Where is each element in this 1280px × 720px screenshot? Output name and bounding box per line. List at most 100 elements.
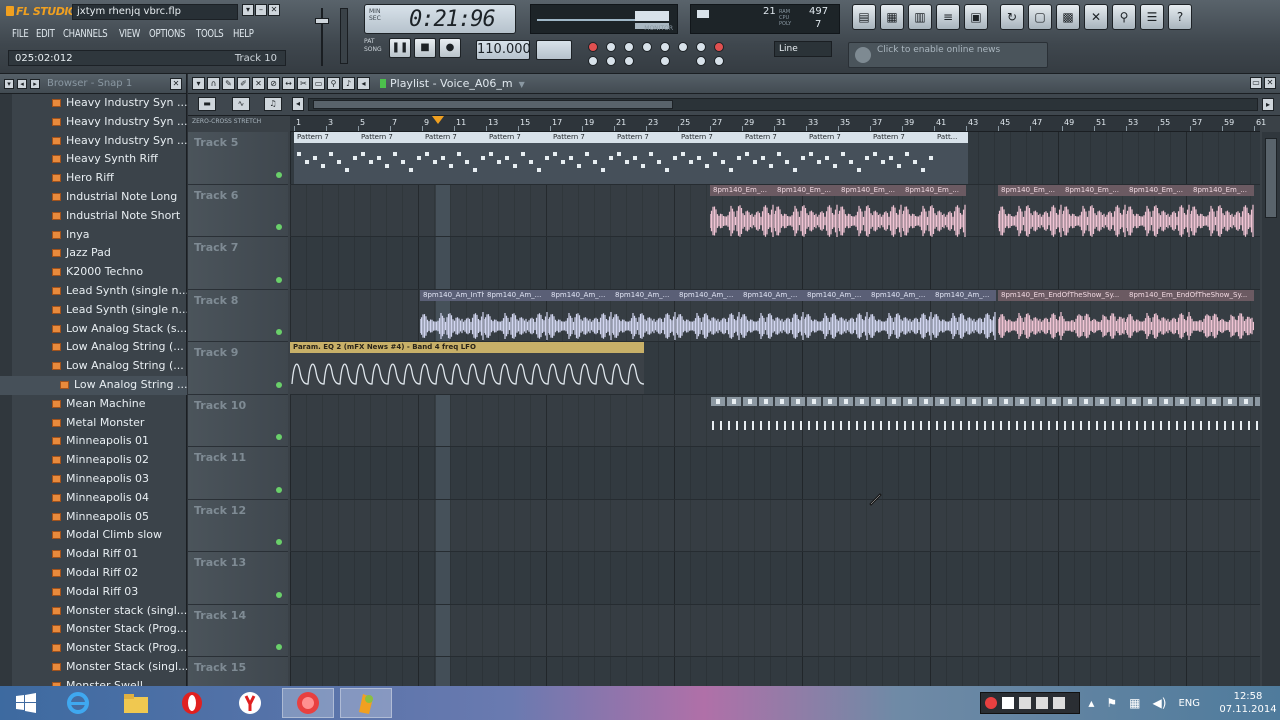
- playlist-icon[interactable]: ▤: [852, 4, 876, 30]
- track-lane[interactable]: [290, 657, 1260, 686]
- playlist-clip[interactable]: Pattern 7: [614, 132, 678, 184]
- browser-item[interactable]: Inya: [0, 226, 187, 245]
- browser-item[interactable]: Monster stack (singl...: [0, 602, 187, 621]
- playlist-clip[interactable]: 8pm140_Am_...: [740, 289, 804, 342]
- track-header[interactable]: Track 10: [188, 394, 288, 447]
- window-menu-button[interactable]: ▾: [242, 4, 254, 16]
- timeline-ruler[interactable]: 1 3 5 7 9 11 13 15 17 19 21 23 25 27 29 31 33 35 37 39 41 43 4…: [290, 116, 1266, 132]
- menu-channels[interactable]: Channels: [63, 27, 108, 40]
- browser-item[interactable]: Minneapolis 02: [0, 451, 187, 470]
- track-enable-led[interactable]: [276, 171, 282, 178]
- tempo-display[interactable]: 110.000: [476, 40, 531, 60]
- wait-icon[interactable]: [606, 42, 616, 52]
- browser-item[interactable]: Modal Riff 01: [0, 545, 187, 564]
- track-header[interactable]: Track 14: [188, 604, 288, 657]
- playlist-clip[interactable]: 8pm140_Am_...: [484, 289, 548, 342]
- browser-item[interactable]: Monster Stack (singl...: [0, 658, 187, 677]
- playlist-clip[interactable]: 8pm140_Am_...: [612, 289, 676, 342]
- playlist-clip[interactable]: Pattern 7: [806, 132, 870, 184]
- stop-button[interactable]: ■: [414, 38, 436, 58]
- channel-rack-icon[interactable]: ▥: [908, 4, 932, 30]
- snap-selector[interactable]: Line: [774, 41, 832, 57]
- playlist-title[interactable]: Playlist - Voice_A06_m ▼: [380, 77, 525, 90]
- file-explorer-button[interactable]: [110, 688, 162, 718]
- paint-tool-icon[interactable]: ✐: [237, 77, 250, 90]
- track-enable-led[interactable]: [276, 381, 282, 388]
- system-clock[interactable]: 12:58 07.11.2014: [1216, 690, 1280, 716]
- scroll-right-icon[interactable]: ▸: [1262, 98, 1274, 111]
- track-header[interactable]: Track 5: [188, 132, 288, 185]
- magnet-icon[interactable]: ∩: [207, 77, 220, 90]
- rec-pause-icon[interactable]: [985, 697, 998, 709]
- browser-close-button[interactable]: ✕: [170, 77, 182, 90]
- track-header[interactable]: Track 15: [188, 657, 288, 686]
- playlist-clip[interactable]: 8pm140_Em_...: [1126, 184, 1190, 237]
- browser-item[interactable]: Heavy Synth Riff: [0, 150, 187, 169]
- settings-icon[interactable]: [714, 56, 724, 66]
- browser-item[interactable]: Monster Stack (Prog...: [0, 620, 187, 639]
- browser-item[interactable]: Heavy Industry Syn ...: [0, 94, 187, 113]
- track-header[interactable]: Track 9: [188, 342, 288, 395]
- rec-pen-icon[interactable]: [1036, 697, 1049, 709]
- browser-item[interactable]: Minneapolis 04: [0, 489, 187, 508]
- scrub-icon[interactable]: [588, 56, 598, 66]
- scroll-thumb[interactable]: [313, 100, 673, 109]
- track-header[interactable]: Track 11: [188, 447, 288, 500]
- plugin-icon[interactable]: ⚲: [1112, 4, 1136, 30]
- close-button[interactable]: ✕: [268, 4, 280, 16]
- action-center-icon[interactable]: ⚑: [1106, 696, 1117, 710]
- select-tool-icon[interactable]: ▭: [312, 77, 325, 90]
- browser-back-icon[interactable]: ◂: [17, 78, 27, 89]
- play-pause-button[interactable]: ❚❚: [389, 38, 411, 58]
- metronome-icon[interactable]: [588, 42, 598, 52]
- track-header[interactable]: Track 12: [188, 499, 288, 552]
- menu-file[interactable]: File: [12, 27, 29, 40]
- delete-tool-icon[interactable]: ✕: [252, 77, 265, 90]
- track-enable-led[interactable]: [276, 644, 282, 650]
- playlist-grid[interactable]: Pattern 7 Pattern 7 Pattern 7 Pattern 7 Patt…: [290, 132, 1260, 686]
- playlist-clip[interactable]: 8pm140_Em_...: [774, 184, 838, 237]
- playlist-horizontal-scrollbar[interactable]: [308, 98, 1258, 111]
- pencil-icon[interactable]: [624, 56, 634, 66]
- playlist-clip[interactable]: Patt...: [934, 132, 968, 184]
- menu-edit[interactable]: Edit: [36, 27, 55, 40]
- typing-keyboard-icon[interactable]: [696, 42, 706, 52]
- track-enable-led[interactable]: [276, 329, 282, 335]
- track-lane[interactable]: [290, 552, 1260, 605]
- volume-icon[interactable]: ◀): [1153, 696, 1167, 710]
- save-icon[interactable]: ▢: [1028, 4, 1052, 30]
- mute-tool-icon[interactable]: ⊘: [267, 77, 280, 90]
- menu-tools[interactable]: Tools: [196, 27, 224, 40]
- stretch-toggle[interactable]: STRETCH: [234, 118, 261, 125]
- zero-cross-toggle[interactable]: ZERO-CROSS: [192, 118, 232, 125]
- start-button[interactable]: [0, 688, 52, 718]
- pattern-selector[interactable]: [536, 40, 572, 60]
- snap-icon[interactable]: [606, 56, 616, 66]
- playlist-clip[interactable]: 8pm140_Em_EndOfTheShow_Sy...: [1126, 289, 1254, 342]
- track-enable-led[interactable]: [276, 224, 282, 230]
- minimize-button[interactable]: –: [255, 4, 267, 16]
- playlist-clip[interactable]: Pattern 7: [678, 132, 742, 184]
- playlist-menu-icon[interactable]: ▾: [192, 77, 205, 90]
- browser-item[interactable]: Minneapolis 05: [0, 508, 187, 527]
- countdown-icon[interactable]: [624, 42, 634, 52]
- playlist-clip[interactable]: 8pm140_Em_...: [902, 184, 966, 237]
- input-language[interactable]: ENG: [1178, 698, 1200, 709]
- playlist-clip[interactable]: 8pm140_Am_...: [676, 289, 740, 342]
- blend-icon[interactable]: [660, 42, 670, 52]
- playlist-clip[interactable]: Pattern 7: [486, 132, 550, 184]
- track-lane[interactable]: [290, 605, 1260, 657]
- opera-button[interactable]: [166, 688, 218, 718]
- playlist-close-button[interactable]: ✕: [1264, 77, 1276, 89]
- draw-tool-icon[interactable]: ✎: [222, 77, 235, 90]
- tray-overflow-icon[interactable]: ▴: [1088, 696, 1094, 710]
- browser-item[interactable]: K2000 Techno: [0, 263, 187, 282]
- track-header[interactable]: Track 7: [188, 237, 288, 290]
- notes-icon[interactable]: ☰: [1140, 4, 1164, 30]
- track-enable-led[interactable]: [276, 591, 282, 598]
- browser-item[interactable]: Modal Climb slow: [0, 526, 187, 545]
- loop-record-icon[interactable]: [678, 42, 688, 52]
- browser-item[interactable]: Low Analog String (...: [0, 357, 187, 376]
- menu-view[interactable]: View: [119, 27, 140, 40]
- playhead-marker[interactable]: [432, 116, 444, 124]
